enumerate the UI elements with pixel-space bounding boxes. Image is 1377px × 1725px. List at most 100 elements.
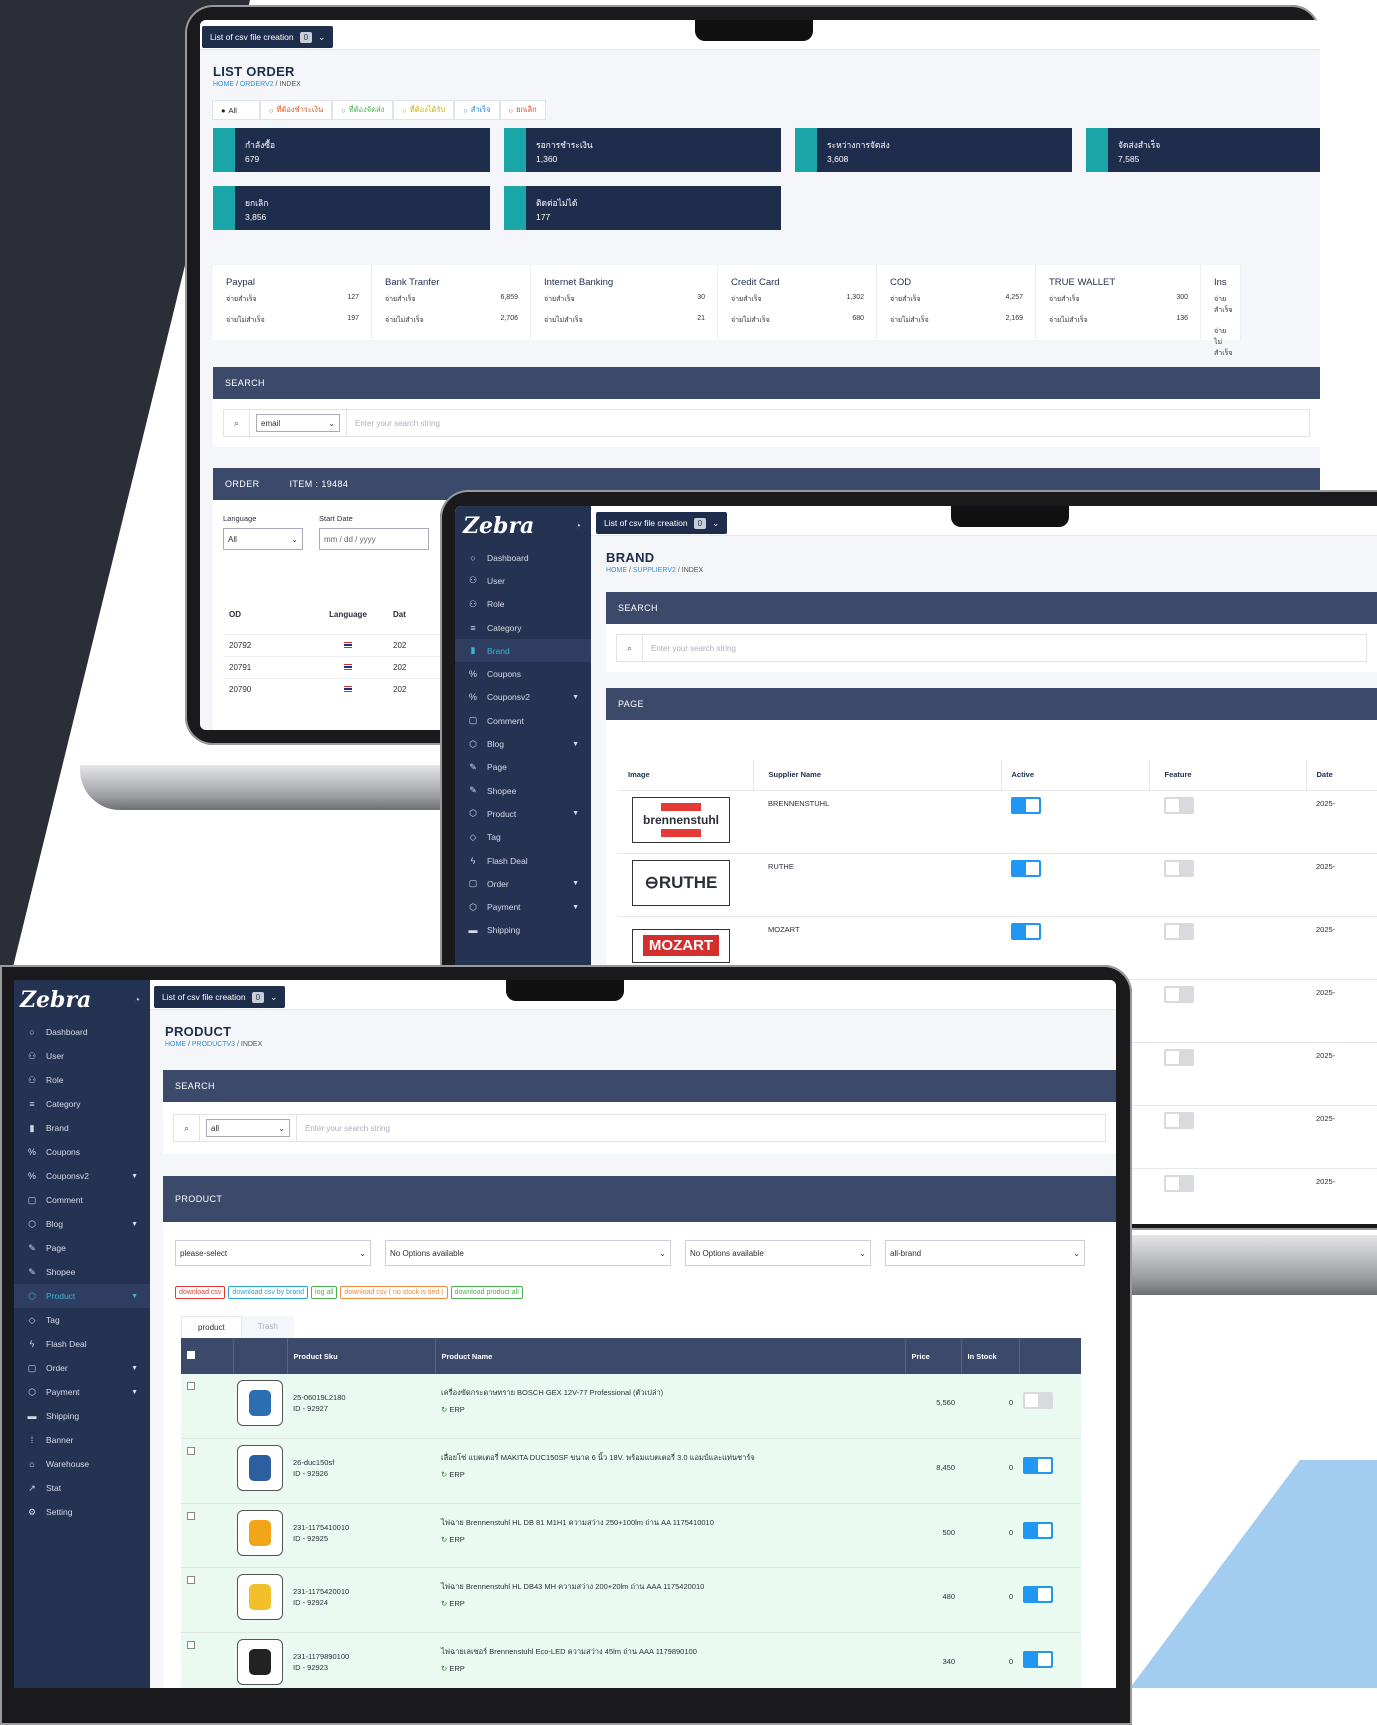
sidebar-item-brand[interactable]: ▮ Brand: [14, 1116, 150, 1140]
csv-file-button[interactable]: List of csv file creation 0 ⌄: [202, 26, 334, 48]
sidebar-item-role[interactable]: ⚇ Role: [455, 593, 591, 616]
sidebar-item-flash-deal[interactable]: ϟ Flash Deal: [14, 1332, 150, 1356]
product-filter-select-2[interactable]: No Options available ⌄: [685, 1240, 871, 1266]
sidebar-item-payment[interactable]: ⬡ Payment ▼: [455, 895, 591, 918]
order-stat-card[interactable]: จัดส่งสำเร็จ 7,585: [1086, 128, 1320, 172]
feature-toggle[interactable]: [1164, 985, 1194, 1003]
table-row[interactable]: brennenstuhl BRENNENSTUHL 2025-: [618, 790, 1377, 853]
active-toggle[interactable]: [1023, 1521, 1053, 1539]
active-toggle[interactable]: [1023, 1650, 1053, 1668]
sidebar-item-coupons[interactable]: % Coupons: [14, 1140, 150, 1164]
tab-status-0[interactable]: ● All: [212, 100, 260, 120]
feature-toggle[interactable]: [1164, 922, 1194, 940]
sidebar-item-shipping[interactable]: ▬ Shipping: [14, 1404, 150, 1428]
row-checkbox[interactable]: [187, 1382, 195, 1390]
tab-trash[interactable]: Trash: [241, 1316, 294, 1338]
active-toggle[interactable]: [1023, 1586, 1053, 1603]
sidebar-item-blog[interactable]: ⬡ Blog ▼: [455, 732, 591, 755]
sidebar-toggle-icon[interactable]: ◔: [575, 521, 581, 532]
sidebar-item-order[interactable]: ▢ Order ▼: [455, 872, 591, 895]
sidebar-item-category[interactable]: ≡ Category: [455, 616, 591, 639]
table-row[interactable]: 20792 202: [223, 634, 443, 656]
sidebar-item-blog[interactable]: ⬡ Blog ▼: [14, 1212, 150, 1236]
table-row[interactable]: 26-duc150sf ID - 92926 เลื่อยโซ่ แบตเตอรี…: [181, 1438, 1081, 1503]
sidebar-item-dashboard[interactable]: ○ Dashboard: [14, 1020, 150, 1044]
sidebar-item-comment[interactable]: ▢ Comment: [14, 1188, 150, 1212]
search-field-select[interactable]: all ⌄: [206, 1119, 290, 1137]
row-checkbox[interactable]: [187, 1576, 195, 1584]
product-filter-select-1[interactable]: No Options available ⌄: [385, 1240, 671, 1266]
sidebar-item-page[interactable]: ✎ Page: [14, 1236, 150, 1260]
sidebar-item-stat[interactable]: ↗ Stat: [14, 1476, 150, 1500]
tab-status-4[interactable]: ○ สำเร็จ: [454, 100, 500, 120]
tab-status-3[interactable]: ○ ที่ต้องได้รับ: [393, 100, 455, 120]
tab-status-5[interactable]: ○ ยกเลิก: [499, 100, 546, 120]
table-row[interactable]: 25-06019L2180 ID - 92927 เครื่องขัดกระดาษ…: [181, 1374, 1081, 1439]
sidebar-item-comment[interactable]: ▢ Comment: [455, 709, 591, 732]
order-stat-card[interactable]: ติดต่อไม่ได้ 177: [504, 186, 781, 230]
sidebar-item-order[interactable]: ▢ Order ▼: [14, 1356, 150, 1380]
button-download-product-all[interactable]: download product all: [450, 1286, 523, 1299]
sidebar-item-product[interactable]: ⬡ Product ▼: [455, 802, 591, 825]
sidebar-item-couponsv2[interactable]: % Couponsv2 ▼: [455, 686, 591, 709]
sidebar-item-role[interactable]: ⚇ Role: [14, 1068, 150, 1092]
product-name[interactable]: ไฟฉาย Brennenstuhl HL DB43 MH ความสว่าง …: [441, 1582, 704, 1591]
table-row[interactable]: ⊖ RUTHE RUTHE 2025-: [618, 853, 1377, 916]
button-download-csv[interactable]: download csv: [175, 1286, 226, 1299]
feature-toggle[interactable]: [1164, 796, 1194, 814]
order-stat-card[interactable]: รอการชำระเงิน 1,360: [504, 128, 781, 172]
active-toggle[interactable]: [1023, 1457, 1053, 1474]
order-stat-card[interactable]: ระหว่างการจัดส่ง 3,608: [795, 128, 1072, 172]
product-name[interactable]: ไฟฉาย Brennenstuhl HL DB 81 M1H1 ความสว่…: [441, 1518, 714, 1527]
sidebar-item-payment[interactable]: ⬡ Payment ▼: [14, 1380, 150, 1404]
row-checkbox[interactable]: [187, 1511, 195, 1520]
feature-toggle[interactable]: [1164, 859, 1194, 877]
row-checkbox[interactable]: [187, 1640, 195, 1649]
select-all-checkbox[interactable]: [187, 1351, 195, 1359]
button-download-csv-by-brand[interactable]: download csv by brand: [228, 1286, 309, 1299]
start-date-input[interactable]: mm / dd / yyyy: [319, 528, 429, 550]
feature-toggle[interactable]: [1164, 1174, 1194, 1192]
sidebar-item-shopee[interactable]: ✎ Shopee: [455, 779, 591, 802]
table-row[interactable]: 20790 202: [223, 678, 443, 700]
sidebar-item-user[interactable]: ⚇ User: [14, 1044, 150, 1068]
sidebar-item-flash-deal[interactable]: ϟ Flash Deal: [455, 849, 591, 872]
search-input[interactable]: Enter your search string: [643, 635, 1366, 661]
sidebar-item-tag[interactable]: ◇ Tag: [14, 1308, 150, 1332]
sidebar-item-coupons[interactable]: % Coupons: [455, 662, 591, 685]
table-row[interactable]: 231-1175420010 ID - 92924 ไฟฉาย Brennenst…: [181, 1567, 1081, 1632]
product-name[interactable]: ไฟฉายเลเซอร์ Brennenstuhl Eco-LED ความสว…: [441, 1647, 697, 1656]
sidebar-item-setting[interactable]: ⚙ Setting: [14, 1500, 150, 1524]
sidebar-item-category[interactable]: ≡ Category: [14, 1092, 150, 1116]
active-toggle[interactable]: [1011, 922, 1041, 940]
sidebar-item-page[interactable]: ✎ Page: [455, 756, 591, 779]
sidebar-item-banner[interactable]: ⁞ Banner: [14, 1428, 150, 1452]
language-select[interactable]: All ⌄: [223, 528, 303, 550]
tab-status-2[interactable]: ○ ที่ต้องจัดส่ง: [332, 100, 394, 120]
sidebar-item-warehouse[interactable]: ⌂ Warehouse: [14, 1452, 150, 1476]
product-name[interactable]: เครื่องขัดกระดาษทราย BOSCH GEX 12V-77 Pr…: [441, 1388, 663, 1397]
active-toggle[interactable]: [1011, 859, 1041, 877]
feature-toggle[interactable]: [1164, 1111, 1194, 1129]
search-field-select[interactable]: email ⌄: [256, 414, 340, 432]
button-log-all[interactable]: log all: [311, 1286, 338, 1299]
sidebar-item-tag[interactable]: ◇ Tag: [455, 826, 591, 849]
sidebar-item-shopee[interactable]: ✎ Shopee: [14, 1260, 150, 1284]
row-checkbox[interactable]: [187, 1447, 195, 1455]
button-download-csv-no-stock-is-tied[interactable]: download csv ( no stock is tied ): [340, 1286, 448, 1299]
active-toggle[interactable]: [1023, 1392, 1053, 1409]
sidebar-toggle-icon[interactable]: ◔: [134, 995, 140, 1006]
product-filter-select-0[interactable]: please-select ⌄: [175, 1240, 371, 1266]
table-row[interactable]: 231-1179890100 ID - 92923 ไฟฉายเลเซอร์ Br…: [181, 1632, 1081, 1688]
sidebar-item-couponsv2[interactable]: % Couponsv2 ▼: [14, 1164, 150, 1188]
csv-file-button[interactable]: List of csv file creation 0 ⌄: [154, 986, 286, 1008]
search-input[interactable]: Enter your search string: [296, 1115, 1105, 1141]
active-toggle[interactable]: [1011, 796, 1041, 814]
sidebar-item-user[interactable]: ⚇ User: [455, 569, 591, 592]
csv-file-button[interactable]: List of csv file creation 0 ⌄: [596, 512, 728, 534]
product-name[interactable]: เลื่อยโซ่ แบตเตอรี่ MAKITA DUC150SF ขนาด…: [441, 1453, 755, 1462]
search-input[interactable]: Enter your search string: [346, 410, 1309, 436]
sidebar-item-product[interactable]: ⬡ Product ▼: [14, 1284, 150, 1308]
order-stat-card[interactable]: ยกเลิก 3,856: [213, 186, 490, 230]
sidebar-item-dashboard[interactable]: ○ Dashboard: [455, 546, 591, 569]
